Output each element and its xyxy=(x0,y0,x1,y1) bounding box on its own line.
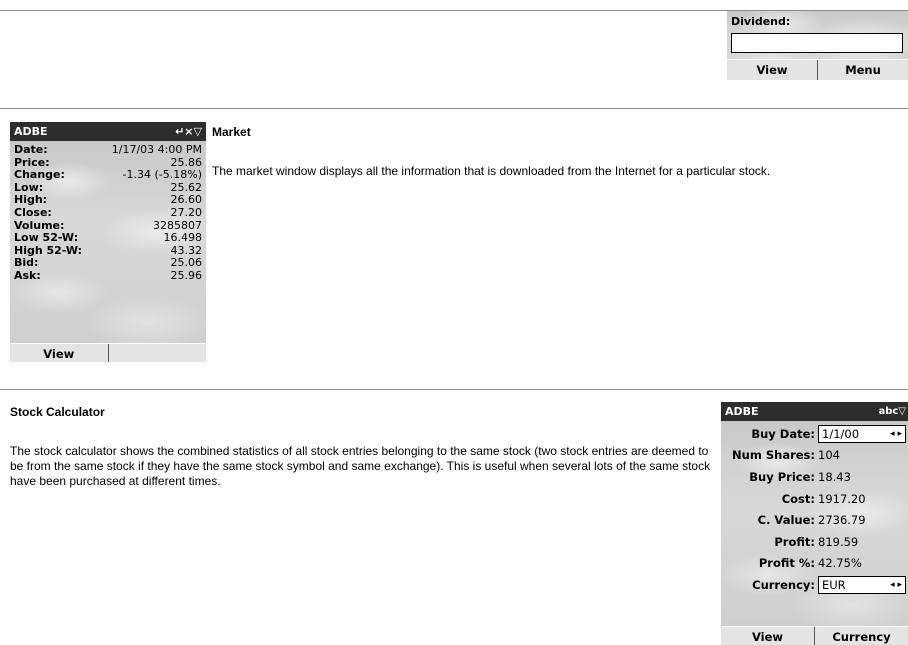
calculator-softkey-bar: View Currency xyxy=(721,626,908,645)
dividend-panel: Dividend: View Menu xyxy=(727,11,908,80)
left-right-arrows-icon[interactable]: ◂ ▸ xyxy=(890,577,902,593)
empty-softkey[interactable] xyxy=(109,344,207,362)
calculator-description: The stock calculator shows the combined … xyxy=(10,444,711,488)
section-divider xyxy=(0,108,908,109)
dividend-softkey-bar: View Menu xyxy=(727,59,908,80)
currency-picker[interactable]: EUR ◂ ▸ xyxy=(818,575,906,594)
buy-date-row: Buy Date: 1/1/00 ◂ ▸ xyxy=(721,423,908,445)
currency-softkey[interactable]: Currency xyxy=(815,627,908,645)
market-window: ADBE ↵×▽ Date: 1/17/03 4:00 PM Price: 25.8… xyxy=(10,122,206,362)
market-description: The market window displays all the infor… xyxy=(212,164,771,178)
view-softkey[interactable]: View xyxy=(10,344,109,362)
dividend-label: Dividend: xyxy=(731,15,791,28)
buy-date-picker[interactable]: 1/1/00 ◂ ▸ xyxy=(818,424,906,443)
buy-price-row: Buy Price: 18.43 xyxy=(749,469,851,484)
input-mode-filter-icon[interactable]: abc▽ xyxy=(878,402,906,421)
calculator-title: ADBE xyxy=(725,405,759,418)
calculator-window: ADBE abc▽ Buy Date: 1/1/00 ◂ ▸ Num Share… xyxy=(721,402,908,645)
calculator-data-area: Buy Date: 1/1/00 ◂ ▸ Num Shares: 104 Buy … xyxy=(721,421,908,626)
view-softkey[interactable]: View xyxy=(721,627,815,645)
section-divider xyxy=(0,389,908,390)
profit-row: Profit: 819.59 xyxy=(774,534,859,549)
market-row-change: Change: -1.34 (-5.18%) xyxy=(14,168,202,182)
cost-row: Cost: 1917.20 xyxy=(781,491,866,506)
dividend-input[interactable] xyxy=(731,33,903,53)
market-title-bar: ADBE ↵×▽ xyxy=(10,122,206,141)
current-value-row: C. Value: 2736.79 xyxy=(757,513,866,528)
left-right-arrows-icon[interactable]: ◂ ▸ xyxy=(890,426,902,442)
market-row-date: Date: 1/17/03 4:00 PM xyxy=(14,143,202,156)
market-row-ask: Ask: 25.96 xyxy=(14,268,202,282)
view-softkey[interactable]: View xyxy=(727,60,818,80)
market-row-low52w: Low 52-W: 16.498 xyxy=(14,231,202,245)
sync-filter-icon[interactable]: ↵×▽ xyxy=(175,122,202,141)
calculator-title-bar: ADBE abc▽ xyxy=(721,402,908,421)
calculator-heading: Stock Calculator xyxy=(10,405,105,419)
num-shares-row: Num Shares: 104 xyxy=(732,448,840,463)
market-row-close: Close: 27.20 xyxy=(14,205,202,219)
market-heading: Market xyxy=(212,125,251,139)
market-title: ADBE xyxy=(14,125,48,138)
market-softkey-bar: View xyxy=(10,343,206,362)
currency-row: Currency: EUR ◂ ▸ xyxy=(721,574,908,596)
menu-softkey[interactable]: Menu xyxy=(818,60,908,80)
market-data-area: Date: 1/17/03 4:00 PM Price: 25.86 Change:… xyxy=(10,141,206,343)
profit-percent-row: Profit %: 42.75% xyxy=(758,556,862,571)
